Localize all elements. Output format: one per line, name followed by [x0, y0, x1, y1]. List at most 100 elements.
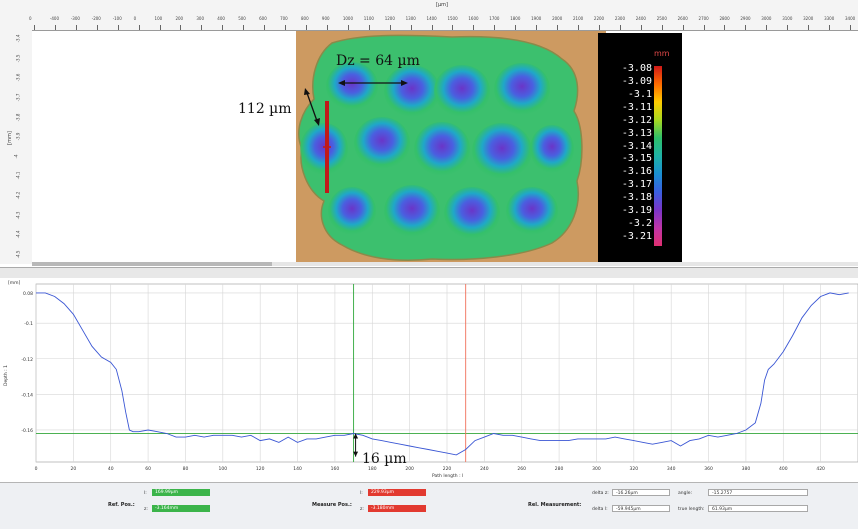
top-ruler-tick-mark: [431, 25, 433, 30]
top-ruler-tick-mark: [96, 25, 98, 30]
top-ruler-tick: 1500: [447, 16, 458, 21]
ref-y-field[interactable]: -3.164mm: [152, 505, 210, 512]
x-tick-label: 400: [779, 466, 788, 472]
x-tick-label: 80: [183, 466, 189, 472]
top-ruler-tick: 2400: [635, 16, 646, 21]
top-ruler-tick-mark: [661, 25, 663, 30]
top-ruler-tick: 300: [196, 16, 205, 21]
depth-label: 16 µm: [362, 451, 407, 467]
colorbar-label: -3.13: [621, 127, 652, 139]
top-ruler-tick: 1600: [468, 16, 479, 21]
top-ruler-tick-mark: [243, 25, 245, 30]
dz-label: Dz = 64 µm: [336, 53, 420, 69]
top-ruler-unit: [µm]: [436, 2, 448, 8]
colorbar-label: -3.09: [621, 75, 652, 87]
top-ruler-tick-mark: [410, 25, 412, 30]
colorbar-label: -3.19: [621, 205, 652, 217]
x-tick-label: 120: [256, 466, 265, 472]
left-ruler-tick: -3.5: [15, 54, 21, 63]
top-ruler-tick: 2200: [593, 16, 605, 21]
left-ruler-tick: -4: [13, 154, 19, 159]
measure-x-field[interactable]: 229.93µm: [368, 489, 426, 496]
x-tick-label: 140: [293, 466, 302, 472]
ref-measurement-label: Rel. Measurement:: [528, 502, 582, 508]
top-ruler-tick-mark: [452, 25, 454, 30]
length-field[interactable]: 61.93µm: [708, 505, 808, 512]
colorbar-label: -3.2: [627, 218, 652, 230]
view-separator: [0, 267, 858, 278]
left-ruler-unit: [mm]: [6, 131, 13, 145]
top-ruler-tick-mark: [201, 25, 203, 30]
top-ruler-tick-mark: [34, 25, 35, 30]
measurement-panel: Ref. Pos.: l: 169.99µm z: -3.164mm Measu…: [0, 482, 858, 529]
top-ruler-tick-mark: [306, 25, 307, 30]
top-ruler-tick: 3200: [803, 16, 814, 21]
x-tick-label: 280: [555, 466, 564, 472]
colorbar-label: -3.14: [621, 140, 652, 152]
top-ruler-tick: 1000: [342, 16, 354, 21]
top-ruler-tick: 700: [280, 16, 288, 21]
left-ruler-tick: -3.4: [15, 34, 21, 43]
y-tick-label: -0.16: [21, 428, 33, 434]
x-tick-label: 40: [108, 466, 114, 472]
delta-y-field[interactable]: -16.26µm: [612, 489, 670, 496]
ref-x-field[interactable]: 169.99µm: [152, 489, 210, 496]
profile-graph[interactable]: 0 20 40 60 80 100 120 140 160 180 200 220 240 260 280 3…: [0, 278, 858, 482]
delta-y-key: delta z:: [592, 491, 609, 496]
colorbar-label: -3.08: [621, 63, 652, 74]
horizontal-scrollbar[interactable]: [32, 262, 858, 266]
left-ruler-tick: -3.8: [15, 113, 21, 121]
top-ruler-tick: 400: [217, 16, 225, 21]
top-ruler-tick: 2000: [552, 16, 563, 21]
angle-field[interactable]: -15.2757: [708, 489, 808, 496]
y-axis-label: Depth : 1: [3, 365, 9, 386]
x-axis-label: Path length : l: [432, 474, 464, 479]
left-ruler-tick: -4.3: [15, 211, 21, 220]
scrollbar-thumb[interactable]: [32, 262, 272, 266]
top-ruler-tick-mark: [724, 25, 726, 30]
top-ruler-tick: -400: [49, 16, 59, 21]
top-ruler-tick-mark: [264, 25, 266, 30]
top-ruler-tick: 0: [29, 16, 32, 21]
top-ruler-tick-mark: [285, 25, 287, 30]
x-tick-label: 320: [630, 466, 639, 472]
y-tick-label: -0.14: [21, 392, 33, 398]
y-tick-label: -0.1: [24, 321, 33, 327]
top-ruler-tick: -100: [112, 16, 122, 21]
left-ruler-tick: -3.9: [15, 132, 21, 141]
top-ruler-tick: 3300: [824, 16, 835, 21]
colorbar-label: -3.12: [621, 114, 652, 126]
top-ruler-tick: 2600: [677, 16, 688, 21]
top-ruler-tick: 0: [133, 16, 137, 21]
x-tick-label: 160: [331, 466, 340, 472]
delta-x-field[interactable]: -59.945µm: [612, 505, 670, 512]
top-ruler-tick: -300: [70, 16, 80, 21]
left-ruler-tick: -4.2: [15, 191, 21, 200]
top-ruler-tick-mark: [368, 25, 370, 30]
top-ruler-tick-mark: [766, 25, 768, 30]
top-ruler-tick: 1900: [531, 16, 542, 21]
top-ruler-tick: 500: [238, 16, 246, 21]
top-ruler-tick: 100: [154, 16, 163, 21]
graph-unit: [mm]: [8, 281, 21, 286]
top-ruler-tick-mark: [703, 25, 705, 30]
top-ruler-tick-mark: [536, 25, 538, 30]
x-tick-label: 20: [70, 466, 76, 472]
top-ruler-tick: -200: [91, 16, 101, 21]
top-ruler-tick-mark: [829, 25, 831, 30]
top-ruler-tick: 3000: [761, 16, 772, 21]
top-ruler-tick: 200: [175, 16, 184, 21]
top-ruler-tick: 600: [259, 16, 267, 21]
left-ruler-tick: -4.1: [15, 172, 21, 180]
x-tick-label: 360: [704, 466, 713, 472]
top-ruler-tick-mark: [640, 25, 642, 30]
height-map-view[interactable]: Dz = 64 µm 112 µm mm -3.08 -3.09 -3.1 -3.11…: [32, 31, 858, 264]
y-tick-label: 0.08: [23, 291, 33, 297]
measure-x-key: l:: [360, 491, 363, 496]
top-ruler-tick-mark: [117, 25, 119, 30]
x-tick-label: 300: [592, 466, 601, 472]
colorbar-label: -3.1: [627, 88, 652, 100]
measure-y-field[interactable]: -3.180mm: [368, 505, 426, 512]
top-ruler-tick: 2100: [573, 16, 584, 21]
delta-x-key: delta l:: [592, 507, 608, 512]
